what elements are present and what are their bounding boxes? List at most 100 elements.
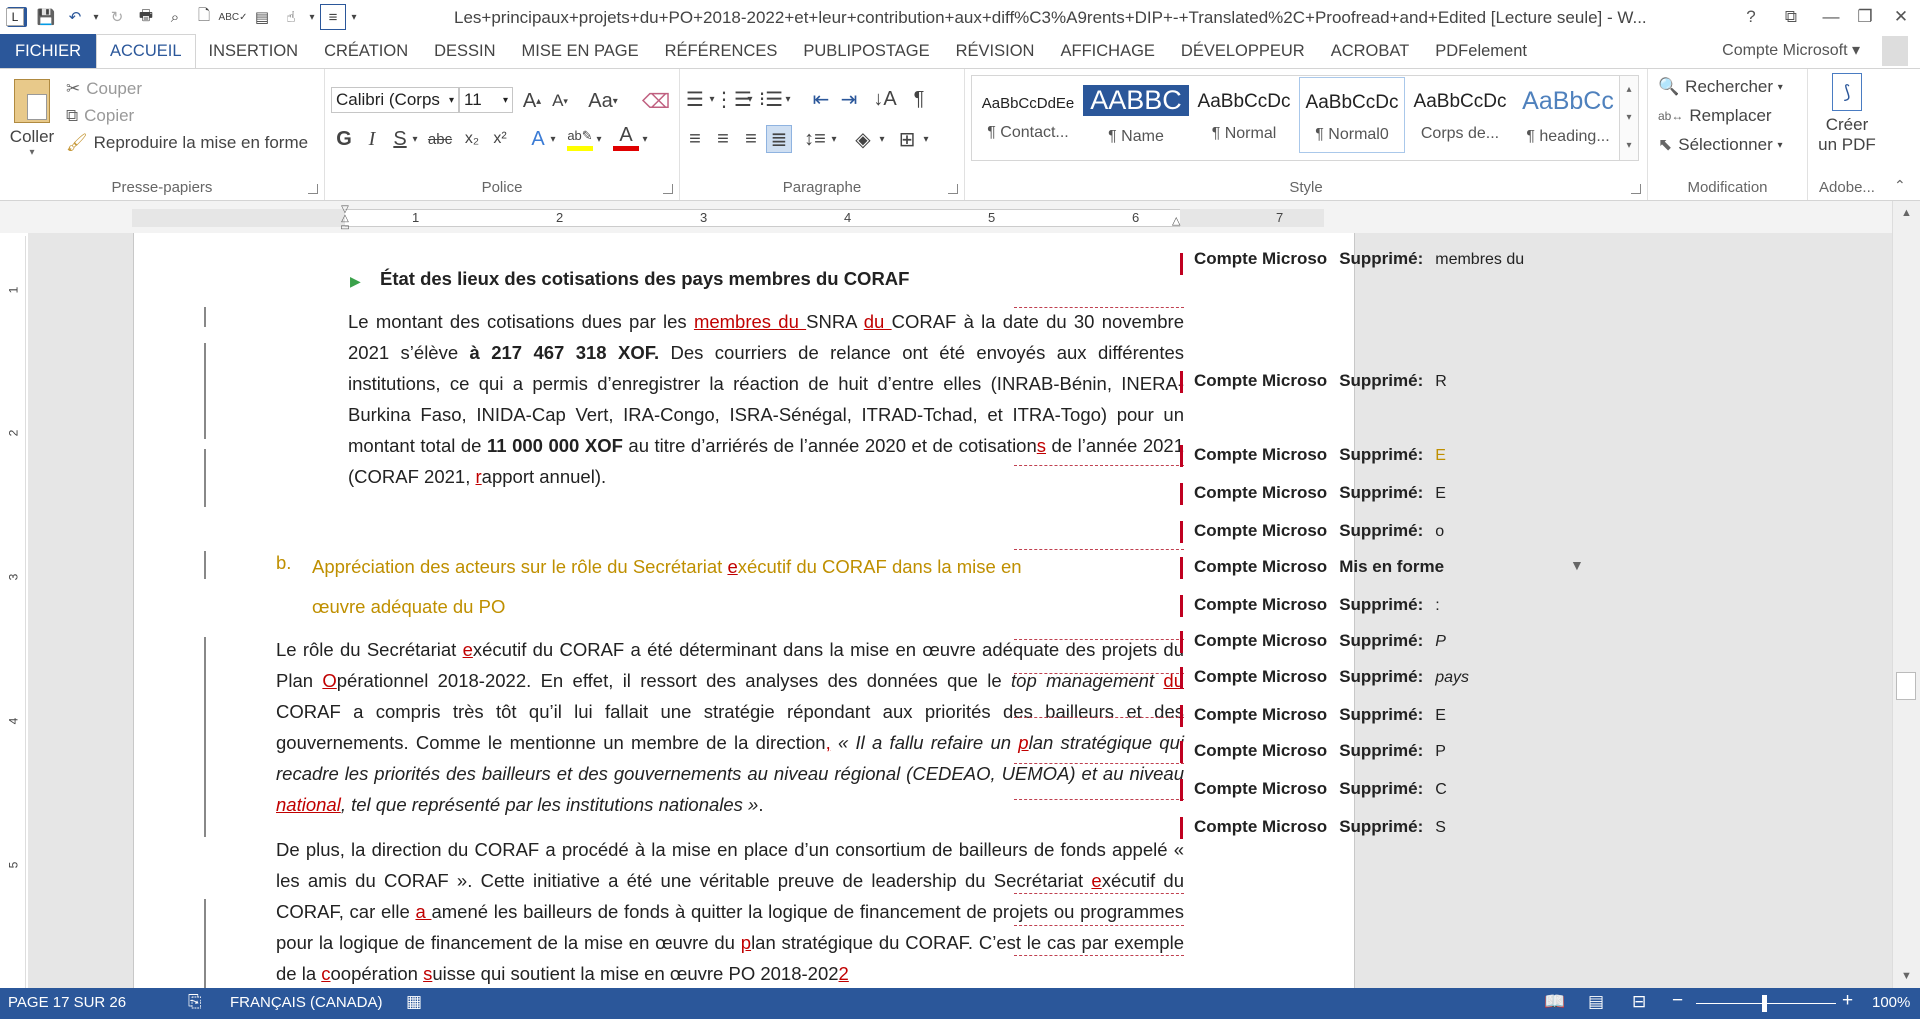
select-button[interactable]: ⬉ Sélectionner ▾ xyxy=(1658,135,1783,155)
zoom-level[interactable]: 100% xyxy=(1872,994,1910,1011)
highlight-dropdown-icon[interactable]: ▾ xyxy=(593,125,605,153)
style-corps[interactable]: AaBbCcDc Corps de... xyxy=(1407,77,1513,153)
zoom-out-button[interactable]: − xyxy=(1672,990,1683,1012)
strikethrough-button[interactable]: abc xyxy=(425,125,455,153)
align-right-icon[interactable]: ≡ xyxy=(738,125,764,153)
shading-icon[interactable]: ◈ xyxy=(850,125,876,153)
more-styles-icon[interactable]: ▾ xyxy=(1620,132,1638,160)
indent-marker[interactable]: ▽ △ ▭ xyxy=(339,205,351,235)
grow-font-icon[interactable]: A ▴ xyxy=(519,87,545,115)
format-painter-button[interactable]: 🖌 Reproduire la mise en forme xyxy=(66,133,308,153)
font-color-dropdown-icon[interactable]: ▾ xyxy=(639,125,651,153)
tab-affichage[interactable]: AFFICHAGE xyxy=(1047,34,1167,69)
web-layout-icon[interactable]: ⊟ xyxy=(1632,992,1646,1012)
save-icon[interactable]: 💾 xyxy=(33,4,59,30)
line-spacing-dropdown-icon[interactable]: ▾ xyxy=(828,125,840,153)
style-heading[interactable]: AaBbCc ¶ heading... xyxy=(1515,77,1621,153)
italic-button[interactable]: I xyxy=(359,125,385,153)
scroll-up-icon[interactable]: ▲ xyxy=(1893,207,1920,219)
zoom-in-button[interactable]: + xyxy=(1842,990,1853,1012)
revision-balloon[interactable]: Compte Microso Supprimé:: xyxy=(1194,595,1440,615)
revision-balloon[interactable]: Compte Microso Supprimé: E xyxy=(1194,705,1446,725)
balloon-expand-icon[interactable]: ▼ xyxy=(1570,557,1584,573)
style-normal0[interactable]: AaBbCcDc ¶ Normal0 xyxy=(1299,77,1405,153)
tab-selector-icon[interactable]: L xyxy=(6,8,24,26)
page-indicator[interactable]: PAGE 17 SUR 26 xyxy=(8,994,126,1011)
borders-icon[interactable]: ⊞ xyxy=(894,125,920,153)
redo-icon[interactable]: ↻ xyxy=(104,4,130,30)
shading-dropdown-icon[interactable]: ▾ xyxy=(876,125,888,153)
revision-balloon[interactable]: Compte Microso Supprimé: P xyxy=(1194,741,1446,761)
styles-scroll[interactable]: ▴ ▾ ▾ xyxy=(1619,75,1639,161)
qat-dropdown-icon[interactable]: ▾ xyxy=(307,4,317,30)
tab-dessin[interactable]: DESSIN xyxy=(421,34,508,69)
tab-acrobat[interactable]: ACROBAT xyxy=(1318,34,1423,69)
print-layout-icon[interactable]: ▤ xyxy=(1588,992,1604,1012)
decrease-indent-icon[interactable]: ⇤ xyxy=(808,85,834,113)
language-indicator[interactable]: FRANÇAIS (CANADA) xyxy=(230,994,383,1011)
styles-launcher-icon[interactable] xyxy=(1631,184,1641,194)
revision-balloon[interactable]: Compte Microso Supprimé: S xyxy=(1194,817,1446,837)
font-color-icon[interactable]: A xyxy=(613,124,639,151)
tab-fichier[interactable]: FICHIER xyxy=(0,34,96,69)
paste-button[interactable]: Coller ▾ xyxy=(8,73,56,163)
tab-publipostage[interactable]: PUBLIPOSTAGE xyxy=(790,34,942,69)
tab-references[interactable]: RÉFÉRENCES xyxy=(652,34,791,69)
spelling-icon[interactable]: ABC✓ xyxy=(219,4,248,30)
font-size-select[interactable]: 11 ▾ xyxy=(459,87,513,113)
tab-pdfelement[interactable]: PDFelement xyxy=(1422,34,1540,69)
paragraph-consortium[interactable]: De plus, la direction du CORAF a procédé… xyxy=(276,834,1184,988)
superscript-button[interactable]: x² xyxy=(487,125,513,153)
revision-balloon[interactable]: Compte Microso Supprimé: o xyxy=(1194,521,1444,541)
draft-view-icon[interactable]: ≡ xyxy=(320,4,346,30)
style-name-style[interactable]: AABBC ¶ Name xyxy=(1083,77,1189,153)
align-left-icon[interactable]: ≡ xyxy=(682,125,708,153)
change-case-button[interactable]: Aa ▾ xyxy=(583,87,623,115)
print-icon[interactable]: 🖶 xyxy=(133,4,159,30)
tab-revision[interactable]: RÉVISION xyxy=(943,34,1048,69)
revision-balloon[interactable]: Compte Microso Supprimé: membres du xyxy=(1194,249,1524,269)
close-icon[interactable]: ✕ xyxy=(1882,3,1920,31)
zoom-slider-thumb[interactable] xyxy=(1762,995,1767,1012)
minimize-icon[interactable]: — xyxy=(1812,3,1850,31)
quick-print-icon[interactable]: ▤ xyxy=(249,4,275,30)
scroll-thumb[interactable] xyxy=(1896,672,1916,700)
chevron-down-icon[interactable]: ▾ xyxy=(1620,104,1638,132)
customize-qat-icon[interactable]: ▾ xyxy=(349,4,359,30)
scroll-down-icon[interactable]: ▼ xyxy=(1893,970,1920,982)
multilevel-list-icon[interactable]: ⁝☰ xyxy=(758,85,784,113)
undo-icon[interactable]: ↶ xyxy=(62,4,88,30)
undo-dropdown-icon[interactable]: ▾ xyxy=(91,4,101,30)
tab-developpeur[interactable]: DÉVELOPPEUR xyxy=(1168,34,1318,69)
numbering-dropdown-icon[interactable]: ▾ xyxy=(744,85,756,113)
subscript-button[interactable]: x₂ xyxy=(459,125,485,153)
vertical-scrollbar[interactable]: ▲ ▼ xyxy=(1892,201,1920,988)
revision-balloon[interactable]: Compte Microso Supprimé: E xyxy=(1194,483,1446,503)
find-button[interactable]: 🔍 Rechercher ▾ xyxy=(1658,77,1783,97)
create-pdf-button[interactable]: ⟆ Créer un PDF xyxy=(1814,73,1880,155)
justify-icon[interactable]: ≣ xyxy=(766,125,792,153)
increase-indent-icon[interactable]: ⇥ xyxy=(836,85,862,113)
text-effects-dropdown-icon[interactable]: ▾ xyxy=(547,125,559,153)
revision-balloon[interactable]: Compte Microso Supprimé: R xyxy=(1194,371,1447,391)
print-preview-icon[interactable]: ⌕ xyxy=(162,4,188,30)
ribbon-display-options-icon[interactable]: ⧉ xyxy=(1772,3,1810,31)
sort-icon[interactable]: ↓A xyxy=(872,85,898,113)
line-spacing-icon[interactable]: ↕≡ xyxy=(802,125,828,153)
highlight-color-icon[interactable]: ab✎ xyxy=(567,125,593,151)
chevron-up-icon[interactable]: ▴ xyxy=(1620,76,1638,104)
avatar[interactable] xyxy=(1882,36,1908,66)
show-formatting-icon[interactable]: ¶ xyxy=(906,85,932,113)
help-button[interactable]: ? xyxy=(1732,3,1770,31)
underline-dropdown-icon[interactable]: ▾ xyxy=(409,125,421,153)
document-workspace[interactable]: ▶ État des lieux des cotisations des pay… xyxy=(28,233,1892,988)
revision-balloon[interactable]: Compte Microso Mis en forme xyxy=(1194,557,1456,577)
numbering-icon[interactable]: ⋮☰ xyxy=(714,85,752,113)
revision-balloon[interactable]: Compte Microso Supprimé: E xyxy=(1194,445,1446,465)
paragraph-launcher-icon[interactable] xyxy=(948,184,958,194)
style-contact[interactable]: AaBbCcDdEe ¶ Contact... xyxy=(975,77,1081,153)
shrink-font-icon[interactable]: A ▾ xyxy=(547,87,573,115)
vertical-ruler[interactable] xyxy=(8,236,26,988)
touch-mode-icon[interactable]: ☝ xyxy=(278,4,304,30)
word-count-icon[interactable]: ⎘ xyxy=(188,992,202,1012)
